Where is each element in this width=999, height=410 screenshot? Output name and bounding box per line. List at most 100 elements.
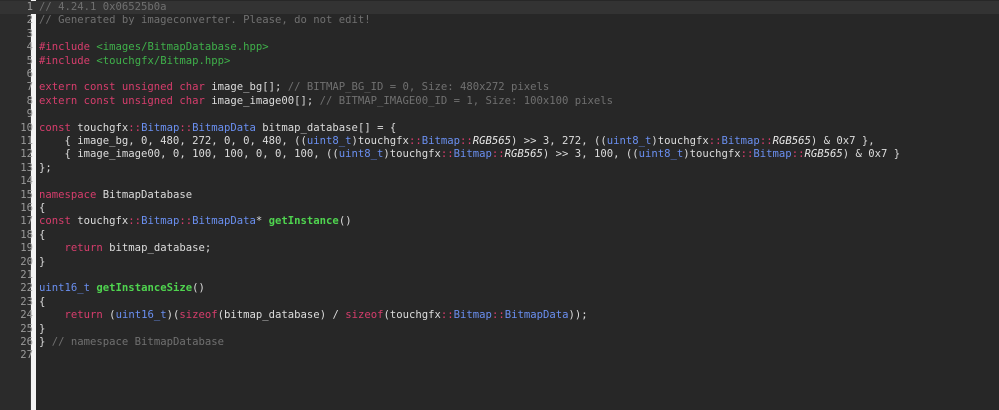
code-line[interactable]: 5 #include <touchgfx/Bitmap.hpp> (0, 55, 999, 68)
code-line[interactable]: 1 // 4.24.1 0x06525b0a (0, 1, 999, 15)
code-line[interactable]: 8 extern const unsigned char image_image0… (0, 95, 999, 108)
type-token: uint8_t (606, 135, 652, 147)
type-token: BitmapData (192, 215, 256, 228)
code-line[interactable]: 2 // Generated by imageconverter. Please,… (0, 14, 999, 27)
line-number: 13 (20, 161, 33, 174)
keyword-token: namespace (39, 188, 97, 201)
scope-operator-token: :: (759, 135, 773, 147)
include-path-token: <images/BitmapDatabase.hpp> (96, 41, 269, 54)
comment-token: // namespace BitmapDatabase (51, 336, 224, 348)
line-number: 2 (26, 14, 33, 27)
code-token: )touchgfx (683, 148, 741, 161)
code-token: )touchgfx (383, 148, 441, 161)
comment-token: // BITMAP_IMAGE00_ID = 1, Size: 100x100 … (319, 94, 614, 107)
line-number: 12 (20, 148, 33, 161)
code-line[interactable]: 9 (0, 108, 999, 121)
line-number: 11 (20, 135, 33, 147)
line-number: 3 (26, 27, 33, 40)
comment-token: // 4.24.1 0x06525b0a (39, 1, 167, 13)
code-line[interactable]: 7 extern const unsigned char image_bg[]; … (0, 81, 999, 94)
code-line[interactable]: 25} (0, 323, 999, 336)
line-code: #include <images/BitmapDatabase.hpp> (39, 41, 269, 54)
line-number: 5 (26, 54, 33, 67)
code-line[interactable]: 4 #include <images/BitmapDatabase.hpp> (0, 41, 999, 54)
line-number: 19 (20, 242, 33, 255)
enum-value-token: RGB565 (772, 135, 811, 147)
line-code: } (39, 256, 45, 269)
line-code: }; (39, 162, 52, 175)
scope-operator-token: :: (440, 148, 454, 161)
scope-operator-token: :: (491, 148, 505, 161)
keyword-token: const (39, 121, 71, 134)
code-line[interactable]: 12 { image_image00, 0, 100, 100, 0, 0, 1… (0, 148, 999, 161)
code-line[interactable]: 10 const touchgfx::Bitmap::BitmapData bit… (0, 122, 999, 135)
code-token: { (39, 295, 46, 308)
line-number: 7 (26, 81, 33, 94)
scope-operator-token: :: (708, 135, 722, 147)
code-token: touchgfx (70, 215, 129, 228)
code-token: ) & 0x7 }, (810, 135, 875, 147)
code-editor[interactable]: 1 // 4.24.1 0x06525b0a 2 // Generated by im… (0, 0, 999, 410)
type-token: Bitmap (453, 148, 492, 161)
line-code: return (uint16_t)(sizeof(bitmap_database… (39, 309, 588, 322)
code-line[interactable]: 22 uint16_t getInstanceSize() (0, 282, 999, 295)
line-number: 24 (20, 309, 33, 322)
line-code: const touchgfx::Bitmap::BitmapData* getI… (39, 215, 352, 228)
keyword-token: extern const unsigned char (39, 81, 205, 94)
type-token: Bitmap (141, 121, 180, 134)
line-number: 6 (26, 68, 33, 80)
code-line[interactable]: 23 { (0, 296, 999, 309)
keyword-token: return (64, 309, 103, 322)
comment-token: // Generated by imageconverter. Please, … (39, 14, 371, 27)
code-line[interactable]: 18 { (0, 229, 999, 242)
code-line[interactable]: 26} // namespace BitmapDatabase (0, 336, 999, 349)
code-line[interactable]: 15 namespace BitmapDatabase (0, 189, 999, 202)
line-number: 25 (20, 322, 33, 335)
code-token: )( (166, 309, 180, 322)
code-line[interactable]: 3 (0, 28, 999, 41)
function-name-token: getInstanceSize (96, 282, 193, 295)
type-token: Bitmap (421, 135, 460, 147)
code-token: touchgfx (70, 121, 129, 134)
type-token: uint8_t (638, 148, 684, 161)
line-number: 27 (20, 349, 33, 362)
enum-value-token: RGB565 (472, 135, 512, 147)
line-number: 21 (20, 269, 33, 281)
code-token: () (192, 282, 205, 295)
line-number: 23 (20, 295, 33, 308)
type-token: Bitmap (453, 309, 492, 322)
scope-operator-token: :: (440, 309, 454, 322)
code-line[interactable]: 19 return bitmap_database; (0, 242, 999, 255)
code-line[interactable]: 21 (0, 269, 999, 282)
line-number: 9 (26, 108, 33, 121)
code-token: bitmap_database; (102, 242, 212, 255)
code-token: () (338, 215, 352, 228)
type-token: Bitmap (141, 215, 180, 228)
code-line[interactable]: 16 { (0, 202, 999, 215)
code-line[interactable]: 17 const touchgfx::Bitmap::BitmapData* ge… (0, 215, 999, 228)
line-code: { (39, 229, 45, 242)
line-code: { image_image00, 0, 100, 100, 0, 0, 100,… (39, 148, 901, 161)
line-number: 22 (20, 282, 33, 295)
keyword-token: sizeof (179, 309, 218, 322)
type-token: BitmapData (192, 121, 256, 134)
line-number: 17 (20, 215, 33, 228)
code-line[interactable]: 14 (0, 175, 999, 188)
code-token: } (39, 322, 46, 335)
code-line[interactable]: 6 (0, 68, 999, 81)
code-token: image_image00[]; (204, 94, 320, 107)
code-line[interactable]: 13}; (0, 162, 999, 175)
code-line[interactable]: 27 (0, 349, 999, 362)
line-number: 8 (26, 94, 33, 107)
code-line[interactable]: 24 return (uint16_t)(sizeof(bitmap_datab… (0, 309, 999, 322)
line-code: extern const unsigned char image_image00… (39, 95, 613, 108)
scope-operator-token: :: (791, 148, 805, 161)
scope-operator-token: :: (740, 148, 754, 161)
type-token: BitmapData (504, 309, 569, 322)
code-line[interactable]: 20} (0, 256, 999, 269)
line-code: { image_bg, 0, 480, 272, 0, 0, 480, (( ui… (39, 135, 875, 148)
scope-operator-token: :: (408, 135, 422, 147)
code-line[interactable]: 11 { image_bg, 0, 480, 272, 0, 0, 480, (… (0, 135, 999, 148)
code-token: { image_bg, 0, 480, 272, 0, 0, 480, (( (39, 135, 307, 147)
